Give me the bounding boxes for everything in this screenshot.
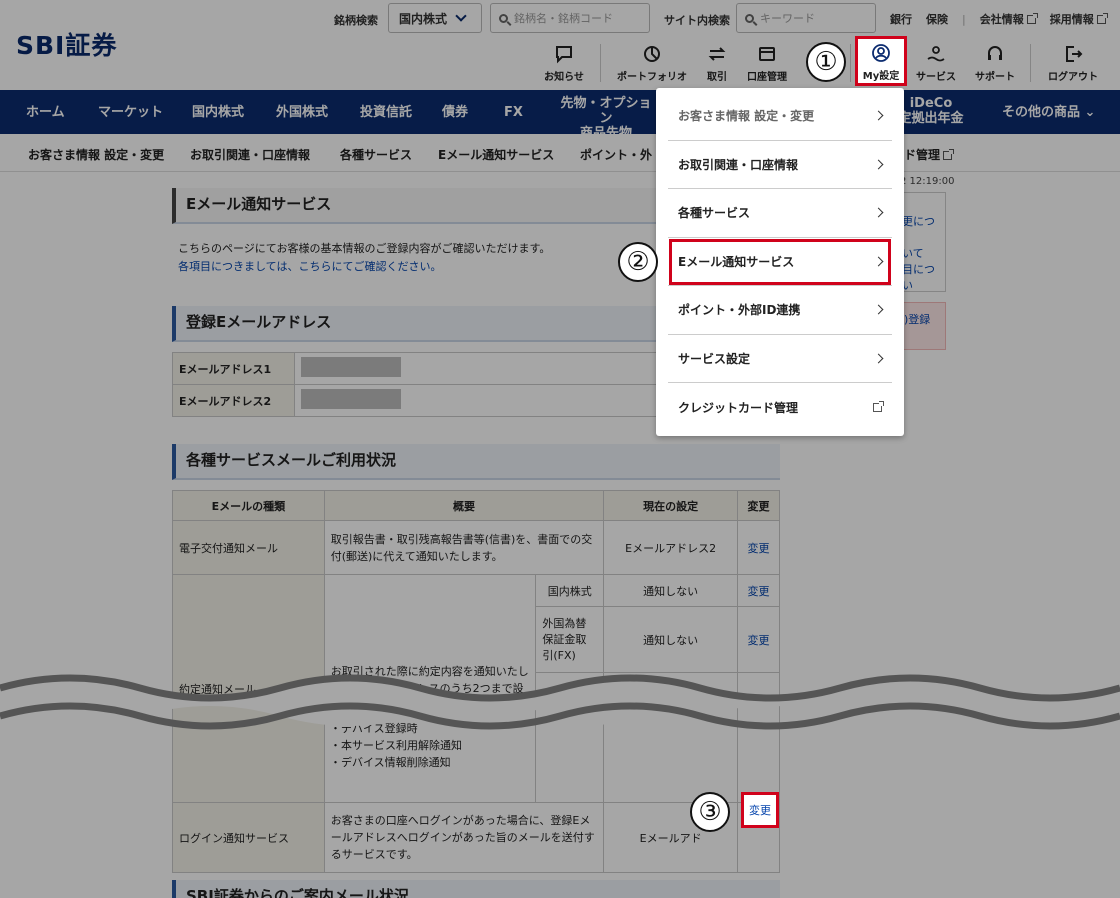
dropdown-item-credit-card[interactable]: クレジットカード管理 [668,383,892,432]
dropdown-item-trade-info[interactable]: お取引関連・口座情報 [668,141,892,189]
dropdown-item-points[interactable]: ポイント・外部ID連携 [668,286,892,335]
external-link-icon [873,400,884,412]
chevron-right-icon [873,207,884,218]
page-break-wave-lines [0,674,1120,730]
my-settings-label: My設定 [862,71,900,82]
chevron-right-icon [873,256,884,267]
dropdown-item-service-settings[interactable]: サービス設定 [668,335,892,383]
my-settings-highlight[interactable]: My設定 [855,36,907,86]
chevron-right-icon [873,110,884,121]
dropdown-item-services[interactable]: 各種サービス [668,189,892,238]
callout-3: ③ [690,792,730,832]
change-link[interactable]: 変更 [749,802,771,818]
user-settings-icon [872,44,890,62]
chevron-right-icon [873,159,884,170]
chevron-right-icon [873,353,884,364]
dropdown-item-email-service[interactable]: Eメール通知サービス [668,238,892,286]
my-settings-dropdown: お客さま情報 設定・変更 お取引関連・口座情報 各種サービス Eメール通知サービ… [656,88,904,436]
dim-overlay [0,0,1120,898]
callout-2: ② [618,242,658,282]
callout-1: ① [806,42,846,82]
chevron-right-icon [873,304,884,315]
dropdown-item-customer-info[interactable]: お客さま情報 設定・変更 [668,92,892,141]
change-link-highlight[interactable]: 変更 [741,792,779,828]
